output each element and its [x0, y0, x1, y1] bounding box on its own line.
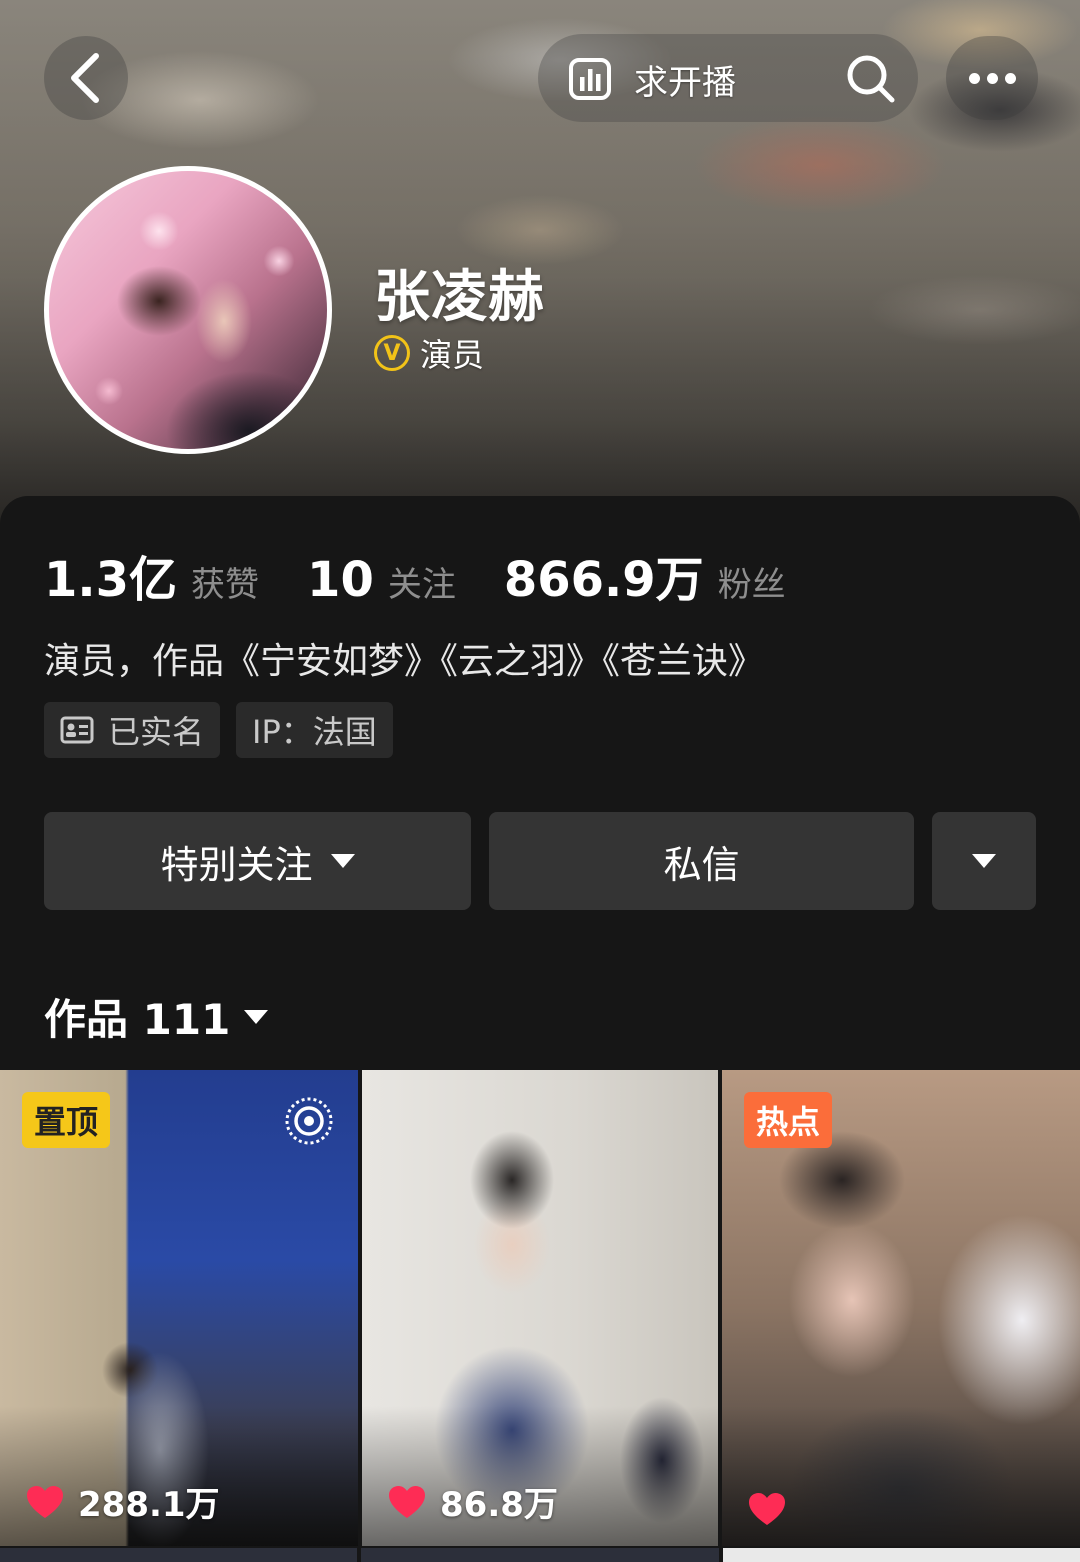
like-count: 86.8万	[388, 1477, 558, 1526]
video-thumbnail[interactable]: 86.8万	[362, 1070, 718, 1546]
special-follow-button[interactable]: 特别关注	[44, 812, 472, 910]
bar-chart-icon	[569, 58, 611, 100]
real-name-label: 已实名	[108, 713, 205, 751]
message-label: 私信	[663, 842, 740, 887]
more-dot	[986, 72, 998, 84]
action-buttons: 特别关注 私信	[44, 812, 1036, 910]
id-card-icon	[60, 716, 94, 744]
trending-badge: 热点	[744, 1092, 833, 1148]
heart-icon	[749, 1493, 785, 1525]
stats-row: 1.3亿 获赞 10 关注 866.9万 粉丝	[44, 540, 834, 610]
more-dot	[1004, 72, 1016, 84]
verified-badge-icon: V	[374, 335, 410, 371]
search-button[interactable]	[842, 50, 900, 108]
more-dots-icon	[968, 72, 980, 84]
more-button[interactable]	[946, 36, 1038, 120]
video-grid: 置顶 288.1万 86.8万 热点	[0, 1070, 1080, 1562]
request-live-button[interactable]: 求开播	[568, 50, 736, 108]
ip-location-tag: IP：法国	[236, 702, 393, 758]
caret-down-icon	[972, 854, 997, 868]
stat-following[interactable]: 10 关注	[307, 552, 456, 608]
video-thumbnail[interactable]: 置顶 288.1万	[0, 1070, 358, 1546]
caret-down-icon	[330, 854, 355, 868]
like-count-value: 86.8万	[440, 1485, 558, 1525]
peek-cell	[0, 1548, 358, 1562]
request-live-label: 求开播	[634, 62, 736, 103]
verification-text: 演员	[420, 336, 485, 374]
stat-likes[interactable]: 1.3亿 获赞	[44, 540, 259, 610]
stat-likes-value: 1.3亿	[44, 552, 178, 608]
video-thumbnail[interactable]: 热点	[722, 1070, 1080, 1546]
works-label: 作品 111	[44, 995, 231, 1044]
back-button[interactable]	[44, 36, 128, 120]
pinned-badge: 置顶	[22, 1092, 111, 1148]
message-button[interactable]: 私信	[489, 812, 915, 910]
caret-down-icon	[244, 1009, 269, 1024]
live-photo-icon	[285, 1097, 333, 1145]
like-count: 288.1万	[26, 1477, 220, 1526]
real-name-tag: 已实名	[44, 702, 221, 758]
peek-cell	[361, 1548, 719, 1562]
ip-location-label: IP：法国	[252, 713, 377, 751]
bio-text: 演员，作品《宁安如梦》《云之羽》《苍兰诀》	[44, 641, 765, 682]
like-count	[748, 1492, 800, 1526]
special-follow-label: 特别关注	[160, 842, 313, 887]
search-icon	[847, 55, 895, 103]
verification-row: V 演员	[374, 330, 484, 376]
stat-followers-label: 粉丝	[717, 565, 786, 605]
profile-name: 张凌赫	[374, 265, 545, 330]
stat-followers[interactable]: 866.9万 粉丝	[504, 540, 786, 610]
like-count-value: 288.1万	[78, 1485, 220, 1525]
works-tab[interactable]: 作品 111	[44, 986, 269, 1047]
heart-icon	[389, 1485, 425, 1518]
more-options-dropdown[interactable]	[932, 812, 1036, 910]
stat-following-label: 关注	[387, 565, 456, 605]
stat-followers-value: 866.9万	[503, 552, 704, 608]
next-row-peek	[0, 1548, 1080, 1562]
chevron-left-icon	[71, 53, 99, 103]
tag-row: 已实名 IP：法国	[44, 702, 393, 758]
peek-cell	[722, 1548, 1080, 1562]
heart-icon	[27, 1485, 63, 1518]
stat-likes-label: 获赞	[191, 565, 260, 605]
avatar[interactable]	[44, 166, 332, 454]
stat-following-value: 10	[307, 552, 374, 608]
